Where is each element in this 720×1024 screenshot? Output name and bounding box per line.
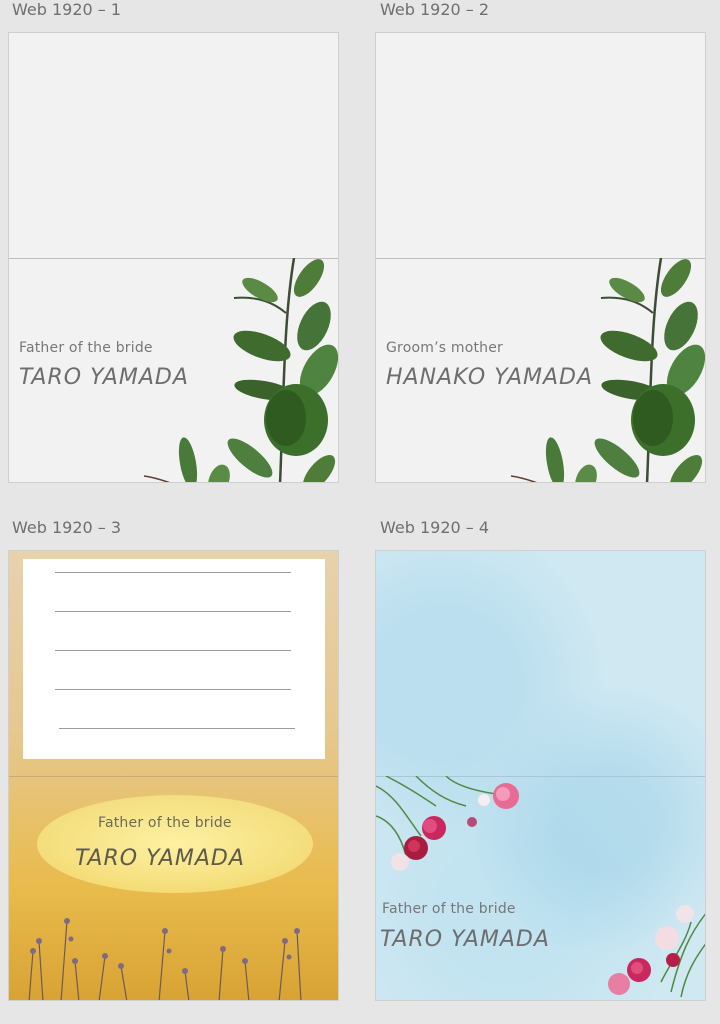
write-line: [59, 728, 295, 729]
write-line: [55, 689, 291, 690]
role-label: Father of the bride: [19, 340, 153, 356]
artboard-title-4[interactable]: Web 1920 – 4: [380, 518, 489, 538]
role-label: Father of the bride: [98, 815, 232, 831]
artboard-4[interactable]: Father of the bride TARO YAMADA: [375, 550, 706, 1001]
eucalyptus-branch-image: [143, 258, 338, 482]
name-ellipse-backdrop: [37, 795, 313, 893]
artboard-1[interactable]: Father of the bride TARO YAMADA: [8, 32, 339, 483]
guest-name: TARO YAMADA: [380, 927, 550, 952]
artboard-3[interactable]: Father of the bride TARO YAMADA: [8, 550, 339, 1001]
artboard-title-3[interactable]: Web 1920 – 3: [12, 518, 121, 538]
write-line: [55, 650, 291, 651]
guest-name: TARO YAMADA: [75, 846, 245, 871]
eucalyptus-branch-image: [510, 258, 705, 482]
dried-flowers-image: [28, 918, 302, 1000]
ranunculus-bottom-image: [608, 905, 705, 998]
message-lines-panel: [23, 559, 325, 759]
artboard-2[interactable]: Groom’s mother HANAKO YAMADA: [375, 32, 706, 483]
role-label: Father of the bride: [382, 901, 516, 917]
fold-line: [9, 776, 338, 777]
ranunculus-top-image: [376, 776, 519, 871]
role-label: Groom’s mother: [386, 340, 503, 356]
write-line: [55, 572, 291, 573]
artboard-title-2[interactable]: Web 1920 – 2: [380, 0, 489, 20]
write-line: [55, 611, 291, 612]
artboard-title-1[interactable]: Web 1920 – 1: [12, 0, 121, 20]
